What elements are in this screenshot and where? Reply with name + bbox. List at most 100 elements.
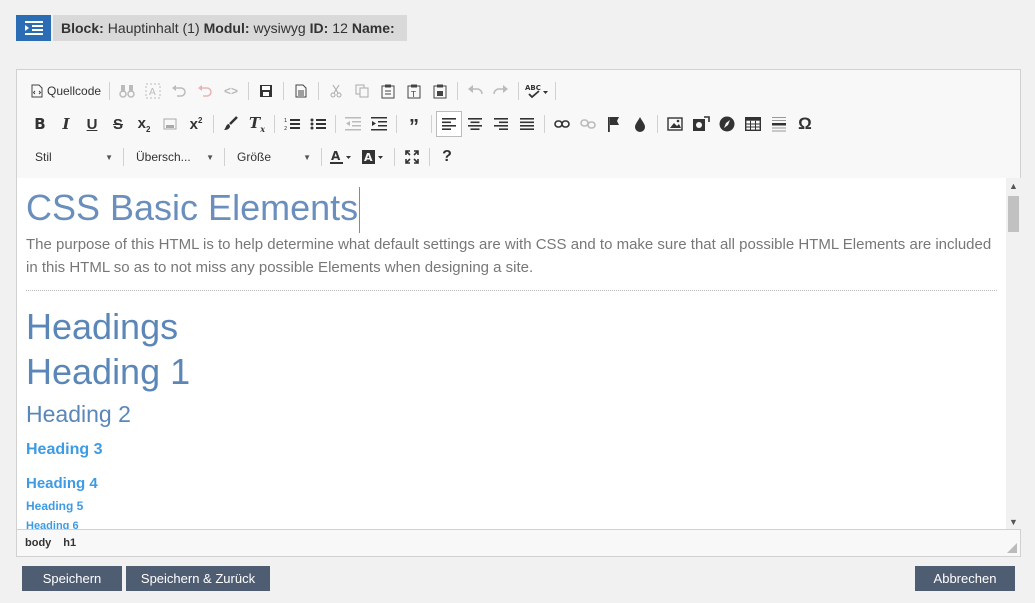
paste-word-button[interactable] bbox=[427, 78, 453, 104]
scroll-down-icon[interactable]: ▼ bbox=[1006, 514, 1021, 529]
remove-format-alt-button[interactable] bbox=[192, 78, 218, 104]
bold-button[interactable]: B bbox=[27, 111, 53, 137]
toolbar-separator bbox=[396, 115, 397, 133]
toolbar-separator bbox=[283, 82, 285, 100]
code-icon: <> bbox=[224, 84, 239, 98]
code-button[interactable]: <> bbox=[218, 78, 244, 104]
link-button[interactable] bbox=[549, 111, 575, 137]
copy-icon bbox=[355, 84, 369, 98]
blockquote-button[interactable]: ” bbox=[401, 111, 427, 137]
replace-icon: A bbox=[145, 83, 161, 99]
scrollbar-thumb[interactable] bbox=[1008, 196, 1019, 232]
text-color-button[interactable]: A bbox=[326, 144, 358, 170]
paste-button[interactable] bbox=[375, 78, 401, 104]
italic-button[interactable]: I bbox=[53, 111, 79, 137]
image-button[interactable] bbox=[662, 111, 688, 137]
flash-button[interactable] bbox=[688, 111, 714, 137]
align-left-icon bbox=[442, 118, 456, 130]
align-left-button[interactable] bbox=[436, 111, 462, 137]
document-icon bbox=[295, 84, 307, 98]
svg-text:A: A bbox=[364, 151, 373, 164]
modul-value: wysiwyg bbox=[253, 20, 306, 36]
replace-button[interactable]: A bbox=[140, 78, 166, 104]
wysiwyg-editor: Quellcode A <> T ABC B I U S x2 x2 Tx 1 … bbox=[16, 69, 1021, 557]
align-center-button[interactable] bbox=[462, 111, 488, 137]
save-toolbar-button[interactable] bbox=[253, 78, 279, 104]
table-button[interactable] bbox=[740, 111, 766, 137]
anchor-button[interactable] bbox=[601, 111, 627, 137]
redo-button[interactable] bbox=[488, 78, 514, 104]
cancel-button[interactable]: Abbrechen bbox=[915, 566, 1015, 591]
align-center-icon bbox=[468, 118, 482, 130]
bg-color-button[interactable]: A bbox=[358, 144, 390, 170]
path-item-body[interactable]: body bbox=[25, 537, 51, 549]
cut-button[interactable] bbox=[323, 78, 349, 104]
indent-button[interactable] bbox=[366, 111, 392, 137]
copy-button[interactable] bbox=[349, 78, 375, 104]
svg-text:2: 2 bbox=[284, 126, 287, 131]
format-block-button[interactable] bbox=[157, 111, 183, 137]
block-toggle-button[interactable] bbox=[16, 15, 51, 41]
scroll-up-icon[interactable]: ▲ bbox=[1006, 178, 1021, 193]
align-right-button[interactable] bbox=[488, 111, 514, 137]
toolbar-row-2: B I U S x2 x2 Tx 12 ” Ω bbox=[27, 110, 818, 138]
toolbar-row-1: Quellcode A <> T ABC bbox=[27, 77, 560, 105]
bold-icon: B bbox=[34, 115, 46, 133]
intro-paragraph: The purpose of this HTML is to help dete… bbox=[26, 236, 992, 277]
scissors-icon bbox=[330, 84, 342, 98]
bulleted-list-button[interactable] bbox=[305, 111, 331, 137]
maximize-button[interactable] bbox=[399, 144, 425, 170]
paste-text-button[interactable]: T bbox=[401, 78, 427, 104]
undo-link-button[interactable] bbox=[166, 78, 192, 104]
save-and-back-button[interactable]: Speichern & Zurück bbox=[126, 566, 270, 591]
style-combo[interactable]: Stil ▼ bbox=[27, 145, 119, 169]
copy-format-button[interactable] bbox=[218, 111, 244, 137]
headings-title: Headings bbox=[26, 306, 179, 348]
toolbar-separator bbox=[123, 148, 124, 166]
path-item-h1[interactable]: h1 bbox=[63, 537, 76, 549]
help-button[interactable]: ? bbox=[434, 144, 460, 170]
new-page-button[interactable] bbox=[288, 78, 314, 104]
block-header: Block: Hauptinhalt (1) Modul: wysiwyg ID… bbox=[16, 15, 407, 41]
underline-button[interactable]: U bbox=[79, 111, 105, 137]
subscript-button[interactable]: x2 bbox=[131, 111, 157, 137]
table-icon bbox=[745, 117, 761, 131]
editor-content[interactable]: CSS Basic Elements The purpose of this H… bbox=[17, 178, 1006, 529]
toolbar-separator bbox=[657, 115, 658, 133]
numbered-list-button[interactable]: 12 bbox=[279, 111, 305, 137]
floppy-icon bbox=[260, 85, 273, 97]
paintbrush-icon bbox=[224, 116, 238, 130]
horizontal-rule-button[interactable] bbox=[766, 111, 792, 137]
modul-label: Modul: bbox=[203, 20, 250, 36]
background-color-icon: A bbox=[362, 150, 383, 164]
unlink-icon bbox=[580, 119, 596, 129]
align-justify-button[interactable] bbox=[514, 111, 540, 137]
unlink-button[interactable] bbox=[575, 111, 601, 137]
text-color-drop-button[interactable] bbox=[627, 111, 653, 137]
remove-format-button[interactable]: Tx bbox=[244, 111, 270, 137]
iframe-button[interactable] bbox=[714, 111, 740, 137]
format-combo[interactable]: Übersch... ▼ bbox=[128, 145, 220, 169]
undo-button[interactable] bbox=[462, 78, 488, 104]
block-format-icon bbox=[163, 118, 177, 130]
save-button[interactable]: Speichern bbox=[22, 566, 122, 591]
strike-button[interactable]: S bbox=[105, 111, 131, 137]
spellcheck-button[interactable]: ABC bbox=[523, 78, 551, 104]
heading-2: Heading 2 bbox=[26, 401, 131, 428]
outdent-button[interactable] bbox=[340, 111, 366, 137]
size-combo[interactable]: Größe ▼ bbox=[229, 145, 317, 169]
source-button[interactable]: Quellcode bbox=[27, 78, 105, 104]
toolbar-separator bbox=[544, 115, 545, 133]
superscript-button[interactable]: x2 bbox=[183, 111, 209, 137]
special-char-button[interactable]: Ω bbox=[792, 111, 818, 137]
toolbar-separator bbox=[518, 82, 520, 100]
resize-handle-icon[interactable] bbox=[1007, 543, 1017, 553]
redo-icon bbox=[493, 85, 509, 95]
clipboard-word-icon bbox=[433, 84, 447, 98]
maximize-icon bbox=[405, 150, 419, 164]
content-scrollbar[interactable]: ▲ ▼ bbox=[1006, 178, 1021, 529]
editor-statusbar: body h1 bbox=[17, 529, 1020, 556]
editor-toolbar: Quellcode A <> T ABC B I U S x2 x2 Tx 1 … bbox=[17, 70, 1020, 179]
find-button[interactable] bbox=[114, 78, 140, 104]
subscript-icon: x2 bbox=[137, 114, 151, 134]
